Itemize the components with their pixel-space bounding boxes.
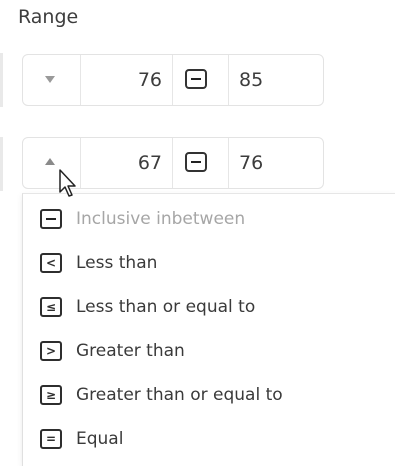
operator-button[interactable] xyxy=(173,138,229,188)
menu-item-greater-than-or-equal[interactable]: ≥ Greater than or equal to xyxy=(23,373,395,417)
menu-item-equal[interactable]: = Equal xyxy=(23,417,395,461)
range-row-1: 76 85 xyxy=(22,54,324,106)
chevron-down-icon xyxy=(45,76,55,83)
menu-item-greater-than[interactable]: > Greater than xyxy=(23,329,395,373)
range-from-input[interactable]: 76 xyxy=(81,55,173,105)
range-to-input[interactable]: 76 xyxy=(229,138,323,188)
menu-item-less-than-or-equal[interactable]: ≤ Less than or equal to xyxy=(23,285,395,329)
menu-item-label: Equal xyxy=(76,429,124,449)
menu-item-label: Greater than or equal to xyxy=(76,385,283,405)
greater-than-icon: > xyxy=(40,341,62,361)
menu-item-label: Greater than xyxy=(76,341,185,361)
minus-icon xyxy=(40,209,62,229)
mouse-pointer-icon xyxy=(59,169,76,197)
sort-toggle-button[interactable] xyxy=(23,55,81,105)
range-to-input[interactable]: 85 xyxy=(229,55,323,105)
menu-item-label: Inclusive inbetween xyxy=(76,209,246,229)
less-than-or-equal-icon: ≤ xyxy=(40,297,62,317)
greater-than-or-equal-icon: ≥ xyxy=(40,385,62,405)
chevron-up-icon xyxy=(45,158,55,165)
left-panel-edge xyxy=(0,137,3,191)
menu-item-label: Less than xyxy=(76,253,158,273)
range-from-input[interactable]: 67 xyxy=(81,138,173,188)
menu-item-label: Less than or equal to xyxy=(76,297,256,317)
menu-item-inclusive-inbetween[interactable]: Inclusive inbetween xyxy=(23,197,395,241)
range-title: Range xyxy=(18,6,79,28)
equal-icon: = xyxy=(40,429,62,449)
operator-dropdown-menu: Inclusive inbetween < Less than ≤ Less t… xyxy=(22,193,395,466)
minus-icon xyxy=(185,69,207,89)
minus-icon xyxy=(185,152,207,172)
left-panel-edge xyxy=(0,53,3,107)
less-than-icon: < xyxy=(40,253,62,273)
operator-button[interactable] xyxy=(173,55,229,105)
menu-item-less-than[interactable]: < Less than xyxy=(23,241,395,285)
